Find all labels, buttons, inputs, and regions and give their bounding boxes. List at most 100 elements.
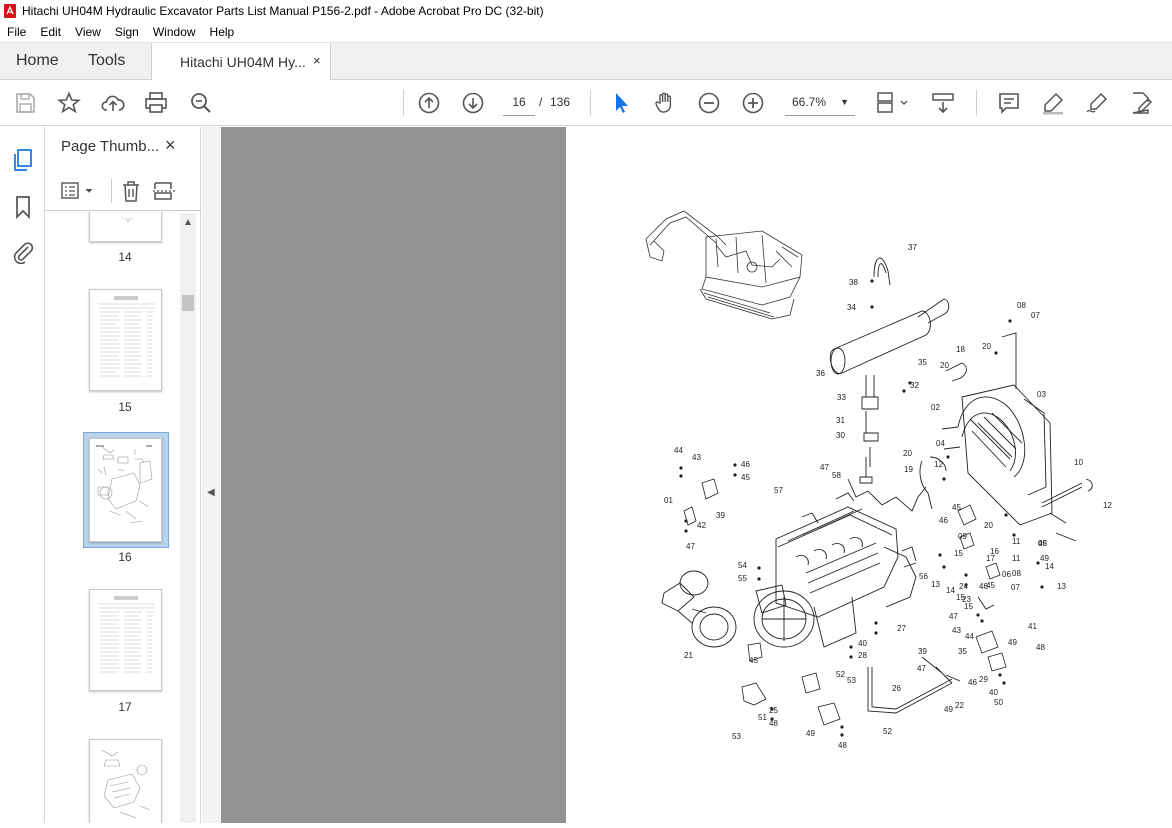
part-callout-number: 48: [1036, 643, 1045, 652]
page-thumbnails-icon[interactable]: [11, 148, 35, 172]
part-callout-number: 15: [956, 593, 965, 602]
star-icon[interactable]: [57, 91, 81, 115]
bookmark-icon[interactable]: [11, 195, 35, 220]
menu-sign[interactable]: Sign: [108, 25, 146, 39]
page-thumbnail[interactable]: ﾟ∀ﾟ: [89, 212, 162, 242]
page-thumbnail[interactable]: [89, 289, 162, 391]
thumbnail-label: 17: [118, 700, 132, 714]
menu-file[interactable]: File: [0, 25, 33, 39]
title-bar: Hitachi UH04M Hydraulic Excavator Parts …: [0, 0, 1172, 22]
delete-page-icon[interactable]: [120, 180, 142, 202]
part-callout-number: 33: [837, 393, 846, 402]
muffler-assembly: [829, 257, 950, 467]
collapse-panel-icon[interactable]: ◀: [207, 487, 215, 498]
part-callout-number: 22: [955, 701, 964, 710]
part-callout-number: 35: [918, 358, 927, 367]
part-callout-number: 25: [769, 706, 778, 715]
part-callout-number: 43: [692, 453, 701, 462]
drain-pipes: [867, 596, 995, 714]
part-callout-number: 06: [1002, 570, 1011, 579]
tab-document[interactable]: Hitachi UH04M Hy... ×: [151, 43, 331, 80]
part-callout-number: 20: [903, 449, 912, 458]
menu-edit[interactable]: Edit: [33, 25, 68, 39]
comment-icon[interactable]: [997, 91, 1021, 115]
part-callout-number: 52: [883, 727, 892, 736]
attachment-icon[interactable]: [11, 240, 35, 265]
part-callout-number: 14: [946, 586, 955, 595]
page-thumbnail-selected[interactable]: [89, 438, 162, 542]
thumbnail-label: 15: [118, 400, 132, 414]
edit-pdf-icon[interactable]: [1129, 91, 1153, 115]
zoom-value: 66.7%: [792, 95, 827, 109]
part-callout-number: 09: [958, 532, 967, 541]
part-callout-number: 48: [838, 741, 847, 750]
part-callout-number: 16: [990, 547, 999, 556]
part-callout-number: 45: [741, 473, 750, 482]
page-down-icon[interactable]: [461, 91, 485, 115]
left-rail: [0, 127, 45, 823]
part-callout-number: 24: [959, 582, 968, 591]
part-callout-number: 48: [1038, 539, 1047, 548]
part-callout-number: 21: [684, 651, 693, 660]
part-callout-number: 39: [716, 511, 725, 520]
zoom-in-icon[interactable]: [741, 91, 765, 115]
split-page-icon[interactable]: [153, 180, 175, 202]
svg-text:ﾟ∀ﾟ: ﾟ∀ﾟ: [122, 218, 134, 225]
tab-tools[interactable]: Tools: [88, 52, 125, 70]
thumbnail-label: 14: [118, 250, 132, 264]
pdf-page[interactable]: 37 38 34 08 07 36 35 32 18 20 20 33 02 03 31 30 04 20 12 19…: [566, 127, 1172, 823]
part-callout-number: 57: [774, 486, 783, 495]
menu-window[interactable]: Window: [146, 25, 203, 39]
sign-icon[interactable]: [1085, 91, 1109, 115]
chevron-up-icon[interactable]: ▲: [180, 217, 196, 228]
part-callout-number: 39: [918, 647, 927, 656]
page-thumbnail[interactable]: [89, 589, 162, 691]
part-callout-number: 53: [847, 676, 856, 685]
part-callout-number: 43: [952, 626, 961, 635]
zoom-dropdown[interactable]: 66.7% ▼: [785, 90, 855, 116]
zoom-out-icon[interactable]: [697, 91, 721, 115]
part-callout-number: 53: [732, 732, 741, 741]
tab-home[interactable]: Home: [16, 52, 59, 70]
fit-page-icon[interactable]: [875, 91, 909, 115]
thumbnail-options-icon[interactable]: [61, 180, 95, 202]
highlight-icon[interactable]: [1041, 91, 1065, 115]
part-callout-number: 07: [1011, 583, 1020, 592]
part-callout-number: 49: [1008, 638, 1017, 647]
tab-close-button[interactable]: ×: [313, 53, 321, 68]
part-callout-number: 55: [738, 574, 747, 583]
part-callout-number: 26: [892, 684, 901, 693]
panel-title: Page Thumb...: [61, 138, 160, 155]
print-icon[interactable]: [144, 91, 168, 115]
part-callout-number: 44: [965, 632, 974, 641]
part-callout-number: 02: [931, 403, 940, 412]
menu-help[interactable]: Help: [203, 25, 242, 39]
part-callout-number: 20: [984, 521, 993, 530]
part-callout-number: 41: [1028, 622, 1037, 631]
scrollbar-thumb[interactable]: [182, 295, 194, 311]
select-arrow-icon[interactable]: [609, 91, 633, 115]
part-callout-number: 47: [917, 664, 926, 673]
part-callout-number: 58: [832, 471, 841, 480]
save-icon[interactable]: [13, 91, 37, 115]
part-callout-number: 46: [741, 460, 750, 469]
part-callout-number: 12: [934, 460, 943, 469]
page-number-input[interactable]: 16: [503, 90, 535, 116]
panel-close-button[interactable]: ×: [165, 135, 176, 156]
scroll-mode-icon[interactable]: [931, 91, 955, 115]
panel-splitter[interactable]: ◀: [202, 127, 221, 823]
menu-view[interactable]: View: [68, 25, 108, 39]
zoom-search-icon[interactable]: [189, 91, 213, 115]
part-callout-number: 28: [858, 651, 867, 660]
upload-icon[interactable]: [101, 91, 125, 115]
part-callout-number: 45: [952, 503, 961, 512]
part-callout-number: 49: [806, 729, 815, 738]
page-thumbnail[interactable]: [89, 739, 162, 823]
page-up-icon[interactable]: [417, 91, 441, 115]
part-callout-number: 01: [664, 496, 673, 505]
hand-icon[interactable]: [653, 91, 677, 115]
part-callout-number: 27: [897, 624, 906, 633]
part-callout-number: 44: [674, 446, 683, 455]
thumbnail-scrollbar[interactable]: ▲: [180, 213, 196, 823]
thumbnail-panel: Page Thumb... × ﾟ∀ﾟ 14 15 16 17 ▲: [45, 127, 201, 823]
